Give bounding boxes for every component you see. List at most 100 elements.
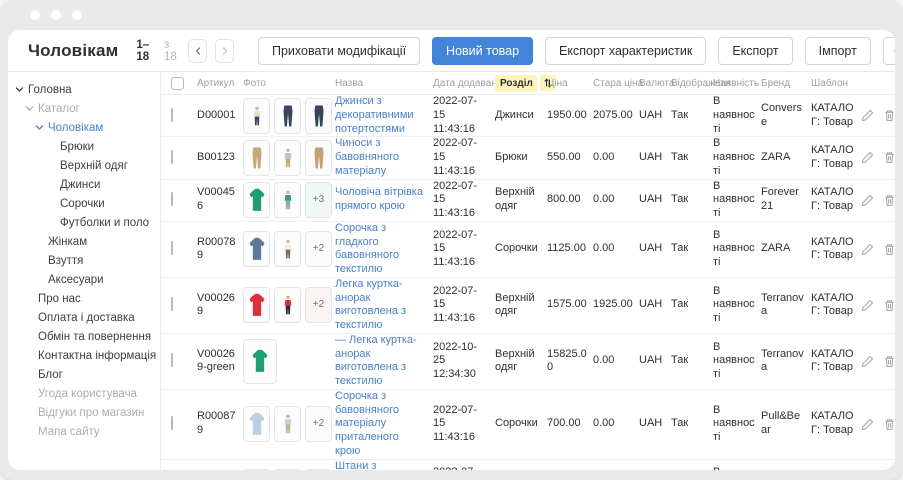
window-dot[interactable]: [72, 10, 82, 20]
header-display[interactable]: Відображати: [671, 78, 713, 89]
delete-button[interactable]: [883, 194, 895, 207]
photo-cell[interactable]: +3: [243, 182, 335, 218]
sidebar-item[interactable]: Мапа сайту: [8, 422, 160, 441]
header-sku[interactable]: Артикул: [197, 78, 243, 89]
sidebar-item[interactable]: Аксесуари: [8, 270, 160, 289]
sidebar-item[interactable]: Контактна інформація: [8, 346, 160, 365]
edit-button[interactable]: [861, 299, 874, 312]
product-photo-thumbnail[interactable]: [243, 182, 270, 218]
delete-button[interactable]: [883, 109, 895, 122]
product-name-link[interactable]: Штани з бавовняного матеріалу прямого кр…: [335, 460, 433, 471]
product-name-link[interactable]: — Легка куртка-анорак виготовлена з текс…: [335, 334, 433, 389]
more-photos-badge[interactable]: +2: [305, 287, 332, 323]
photo-cell[interactable]: +2: [243, 406, 335, 442]
header-photo[interactable]: Фото: [243, 78, 335, 89]
sidebar-item[interactable]: Сорочки: [8, 194, 160, 213]
product-photo-thumbnail[interactable]: [243, 406, 270, 442]
product-photo-thumbnail[interactable]: [243, 140, 270, 176]
sidebar-item[interactable]: Про нас: [8, 289, 160, 308]
header-select-all[interactable]: [171, 77, 197, 90]
sidebar-item[interactable]: Відгуки про магазин: [8, 403, 160, 422]
sidebar-item[interactable]: Верхній одяг: [8, 156, 160, 175]
row-checkbox[interactable]: [171, 192, 173, 206]
photo-cell[interactable]: +2: [243, 469, 335, 470]
row-checkbox[interactable]: [171, 150, 173, 164]
sidebar-item[interactable]: Жінкам: [8, 232, 160, 251]
more-photos-badge[interactable]: +2: [305, 406, 332, 442]
product-photo-thumbnail[interactable]: [243, 287, 270, 323]
product-name-link[interactable]: Чиноси з бавовняного матеріалу: [335, 137, 433, 178]
sidebar-item[interactable]: Головна: [8, 80, 160, 99]
new-product-button[interactable]: Новий товар: [432, 37, 533, 65]
sidebar-item[interactable]: Каталог: [8, 99, 160, 118]
header-old-price[interactable]: Стара ціна: [593, 78, 639, 89]
product-photo-thumbnail[interactable]: [305, 140, 332, 176]
header-category-label[interactable]: Розділ: [495, 75, 537, 92]
delete-button[interactable]: [883, 418, 895, 431]
header-category-sorted[interactable]: Розділ: [495, 75, 547, 92]
product-photo-thumbnail[interactable]: [274, 231, 301, 267]
delete-button[interactable]: [883, 243, 895, 256]
sidebar-item[interactable]: Чоловікам: [8, 118, 160, 137]
product-name-link[interactable]: Чоловіча вітрівка прямого крою: [335, 186, 433, 214]
product-name-link[interactable]: Сорочка з гладкого бавовняного текстилю: [335, 222, 433, 277]
header-price[interactable]: Ціна: [547, 78, 593, 89]
product-photo-thumbnail[interactable]: [305, 98, 332, 134]
more-actions-button[interactable]: ···: [883, 37, 895, 65]
more-photos-badge[interactable]: +2: [305, 469, 332, 470]
photo-cell[interactable]: +2: [243, 231, 335, 267]
photo-cell[interactable]: +2: [243, 287, 335, 323]
product-photo-thumbnail[interactable]: [274, 140, 301, 176]
edit-button[interactable]: [861, 418, 874, 431]
row-checkbox[interactable]: [171, 353, 173, 367]
more-photos-badge[interactable]: +3: [305, 182, 332, 218]
import-button[interactable]: Імпорт: [805, 37, 871, 65]
edit-button[interactable]: [861, 194, 874, 207]
header-currency[interactable]: Валюта: [639, 78, 671, 89]
product-photo-thumbnail[interactable]: [274, 182, 301, 218]
sidebar-item[interactable]: Блог: [8, 365, 160, 384]
window-dot[interactable]: [30, 10, 40, 20]
header-name[interactable]: Назва: [335, 78, 433, 89]
sidebar-item[interactable]: Брюки: [8, 137, 160, 156]
select-all-checkbox[interactable]: [171, 77, 184, 90]
next-page-button[interactable]: [215, 39, 234, 63]
product-photo-thumbnail[interactable]: [274, 469, 301, 470]
delete-button[interactable]: [883, 299, 895, 312]
photo-cell[interactable]: [243, 339, 335, 384]
product-photo-thumbnail[interactable]: [274, 406, 301, 442]
product-name-link[interactable]: Джинси з декоративними потертостями: [335, 95, 433, 136]
more-photos-badge[interactable]: +2: [305, 231, 332, 267]
hide-modifications-button[interactable]: Приховати модифікації: [258, 37, 420, 65]
sidebar-item[interactable]: Взуття: [8, 251, 160, 270]
edit-button[interactable]: [861, 151, 874, 164]
row-checkbox[interactable]: [171, 416, 173, 430]
sidebar-item[interactable]: Футболки и поло: [8, 213, 160, 232]
edit-button[interactable]: [861, 355, 874, 368]
row-checkbox[interactable]: [171, 108, 173, 122]
header-brand[interactable]: Бренд: [761, 78, 811, 89]
product-photo-thumbnail[interactable]: [243, 231, 270, 267]
header-availability[interactable]: Наявність: [713, 78, 761, 89]
product-photo-thumbnail[interactable]: [274, 287, 301, 323]
photo-cell[interactable]: [243, 98, 335, 134]
row-checkbox[interactable]: [171, 241, 173, 255]
sidebar-item[interactable]: Оплата і доставка: [8, 308, 160, 327]
photo-cell[interactable]: [243, 140, 335, 176]
row-checkbox[interactable]: [171, 297, 173, 311]
product-name-link[interactable]: Сорочка з бавовняного матеріалу притален…: [335, 390, 433, 459]
window-dot[interactable]: [51, 10, 61, 20]
export-button[interactable]: Експорт: [718, 37, 792, 65]
sidebar-item[interactable]: Угода користувача: [8, 384, 160, 403]
sidebar-item[interactable]: Джинси: [8, 175, 160, 194]
product-photo-thumbnail[interactable]: [243, 339, 277, 384]
delete-button[interactable]: [883, 151, 895, 164]
product-photo-thumbnail[interactable]: [274, 98, 301, 134]
product-name-link[interactable]: Легка куртка-анорак виготовлена з тексти…: [335, 278, 433, 333]
header-template[interactable]: Шаблон: [811, 78, 861, 89]
edit-button[interactable]: [861, 109, 874, 122]
prev-page-button[interactable]: [188, 39, 207, 63]
delete-button[interactable]: [883, 355, 895, 368]
export-characteristics-button[interactable]: Експорт характеристик: [545, 37, 706, 65]
product-photo-thumbnail[interactable]: [243, 469, 270, 470]
